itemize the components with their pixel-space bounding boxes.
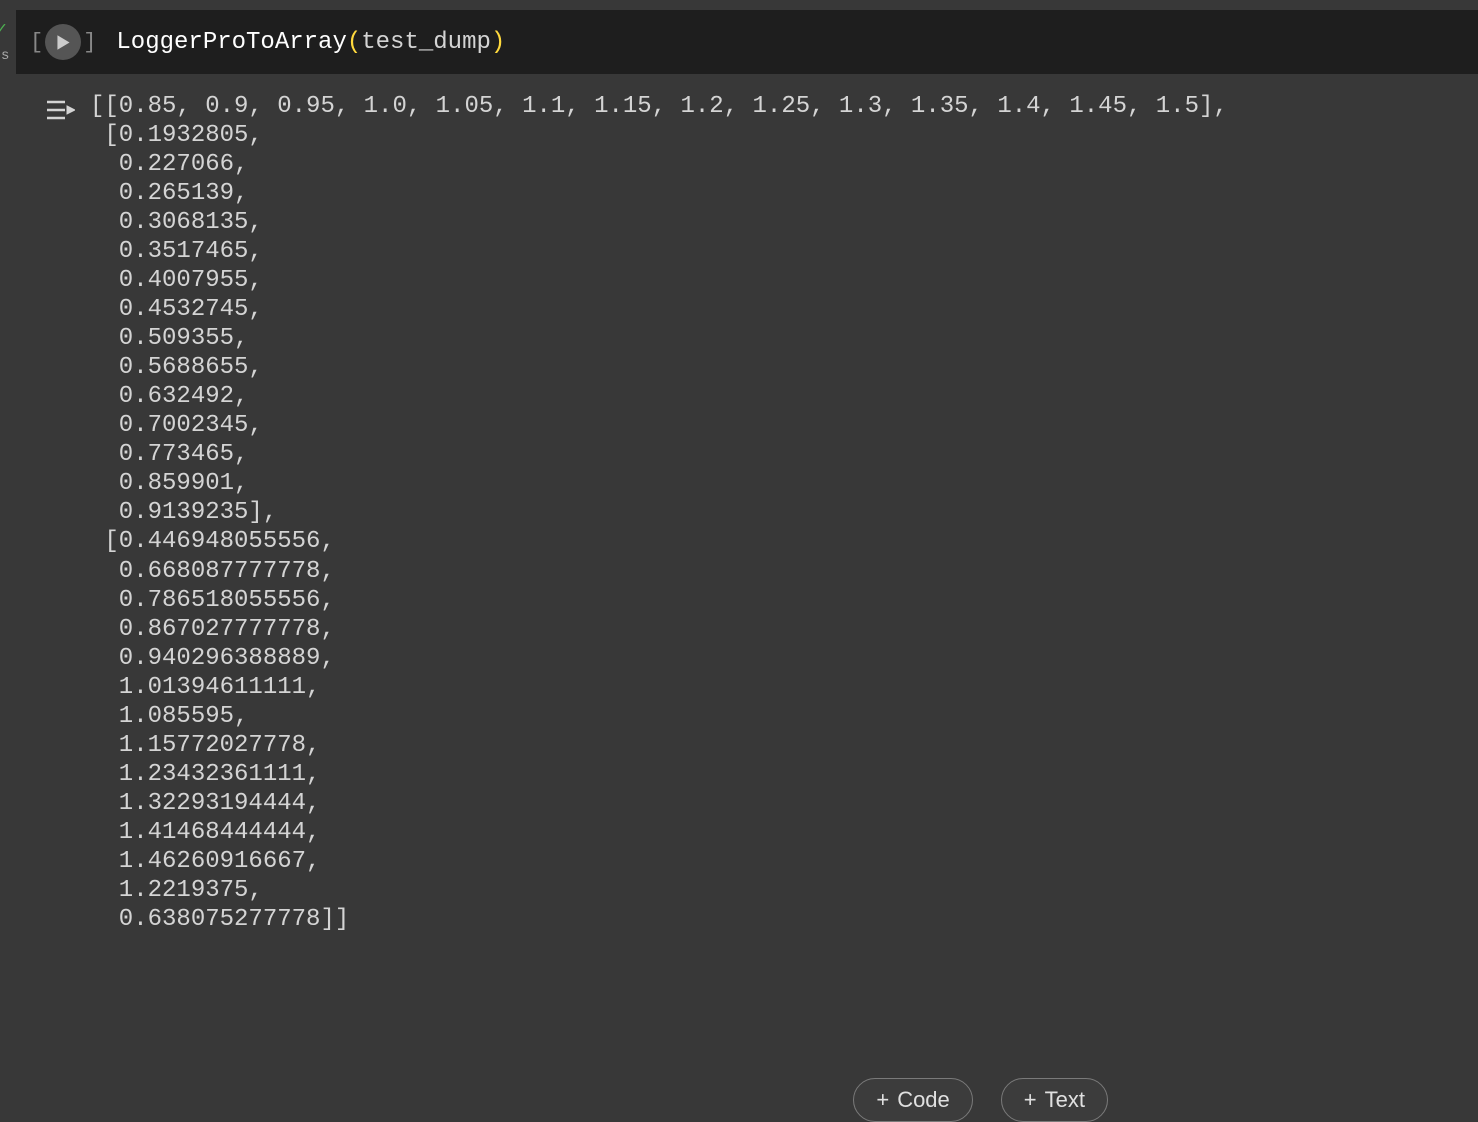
run-button-container: [ ] xyxy=(30,24,96,60)
add-text-label: Text xyxy=(1045,1087,1085,1113)
output-collapse-icon xyxy=(45,98,75,122)
add-text-cell-button[interactable]: + Text xyxy=(1001,1078,1108,1122)
add-code-cell-button[interactable]: + Code xyxy=(853,1078,972,1122)
run-cell-button[interactable] xyxy=(45,24,81,60)
plus-icon: + xyxy=(876,1087,889,1113)
function-name: LoggerProToArray xyxy=(116,29,346,56)
code-line[interactable]: LoggerProToArray(test_dump) xyxy=(116,29,505,56)
output-area: [[0.85, 0.9, 0.95, 1.0, 1.05, 1.1, 1.15,… xyxy=(16,74,1478,934)
plus-icon: + xyxy=(1024,1087,1037,1113)
execution-time-suffix: s xyxy=(1,48,9,64)
close-paren: ) xyxy=(491,29,505,56)
output-text[interactable]: [[0.85, 0.9, 0.95, 1.0, 1.05, 1.1, 1.15,… xyxy=(90,92,1228,934)
add-cell-buttons: + Code + Text xyxy=(853,1078,1108,1122)
play-icon xyxy=(56,34,71,51)
bracket-open: [ xyxy=(30,30,43,55)
code-cell[interactable]: [ ] LoggerProToArray(test_dump) xyxy=(16,10,1478,74)
left-edge-strip: ✓ s xyxy=(0,0,10,1122)
add-code-label: Code xyxy=(897,1087,950,1113)
notebook-cell: [ ] LoggerProToArray(test_dump) [[0.85, … xyxy=(16,0,1478,934)
open-paren: ( xyxy=(347,29,361,56)
bracket-close: ] xyxy=(83,30,96,55)
execution-status-check-icon: ✓ xyxy=(0,18,7,40)
argument-name: test_dump xyxy=(361,29,491,56)
output-gutter[interactable] xyxy=(30,92,90,934)
